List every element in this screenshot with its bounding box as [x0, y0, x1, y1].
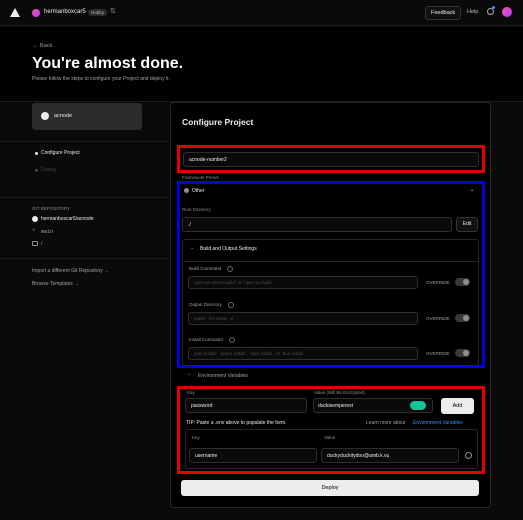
build-section-title[interactable]: Build and Output Settings — [200, 246, 257, 252]
step-configure: Configure Project — [41, 150, 80, 156]
page-title: You're almost done. — [32, 55, 184, 72]
step-inactive-dot — [35, 169, 38, 172]
git-section-label: GIT REPOSITORY — [32, 206, 71, 211]
branch-name: main — [41, 229, 54, 235]
repo-card: acnode — [32, 103, 142, 130]
framework-icon — [184, 188, 189, 193]
install-override-toggle[interactable] — [455, 349, 470, 357]
repo-card-name: acnode — [54, 113, 73, 119]
table-key-header: Key — [192, 435, 200, 440]
info-icon[interactable] — [227, 266, 233, 272]
switcher-chevron-icon[interactable]: ⇅ — [110, 7, 116, 15]
env-key-input[interactable]: password — [185, 398, 307, 413]
chevron-down-icon[interactable]: ⌄ — [187, 371, 191, 377]
value-label: Value (Will Be Encrypted) — [314, 390, 365, 395]
build-settings-card: ⌄ Build and Output Settings Build Comman… — [182, 239, 479, 366]
output-dir-label: Output Directory — [189, 302, 222, 307]
notifications-icon[interactable] — [487, 8, 494, 15]
root-path: / — [41, 241, 43, 247]
page-subtitle: Please follow the steps to configure you… — [32, 76, 170, 82]
env-table: Key Value username duckyduckitydoo@amb.k… — [185, 429, 478, 469]
chevron-down-icon[interactable]: ⌄ — [190, 245, 194, 251]
root-dir-label: Root Directory — [182, 207, 211, 212]
info-icon[interactable] — [229, 337, 235, 343]
framework-select[interactable]: Other ⌄ — [182, 186, 480, 197]
notification-dot — [492, 6, 495, 9]
build-settings-annotation: Other ⌄ Root Directory ./ Edit ⌄ Build a… — [177, 181, 485, 368]
import-repo-link[interactable]: Import a different Git Repository → — [32, 268, 109, 274]
install-command-input[interactable]: yarn install`, `pnpm install`, `npm inst… — [188, 347, 418, 360]
add-env-button[interactable]: Add — [441, 398, 474, 414]
info-icon[interactable] — [228, 302, 234, 308]
table-row-value-input[interactable]: duckyduckitydoo@amb.k.vu — [321, 448, 459, 463]
output-override-toggle[interactable] — [455, 314, 470, 322]
build-override-toggle[interactable] — [455, 278, 470, 286]
chevron-down-icon: ⌄ — [470, 187, 475, 193]
git-divider — [0, 197, 168, 198]
vercel-logo-icon[interactable] — [10, 8, 20, 17]
root-dir-edit-button[interactable]: Edit — [456, 217, 478, 232]
root-dir-input[interactable]: ./ — [182, 217, 452, 232]
help-link[interactable]: Help — [467, 9, 478, 15]
install-command-label: Install Command — [189, 337, 223, 342]
table-row-key-input[interactable]: username — [189, 448, 317, 463]
remove-row-icon[interactable] — [465, 452, 472, 459]
deploy-button[interactable]: Deploy — [181, 480, 479, 496]
env-docs-link[interactable]: Environment Variables — [413, 420, 463, 426]
step-active-dot — [35, 152, 38, 155]
build-command-label: Build Command — [189, 266, 222, 271]
github-icon — [41, 112, 49, 120]
steps-divider — [0, 141, 168, 142]
grammarly-icon[interactable] — [410, 401, 426, 410]
avatar[interactable] — [32, 9, 40, 17]
user-avatar[interactable] — [502, 7, 512, 17]
repo-full-name[interactable]: hermanboxcar5/acnode — [41, 216, 94, 222]
table-value-header: Value — [324, 435, 336, 440]
top-nav-bar: hermanboxcar5 Hobby ⇅ Feedback Help — [0, 0, 523, 26]
override-label: OVERRIDE — [426, 351, 450, 356]
override-label: OVERRIDE — [426, 280, 450, 285]
folder-icon — [32, 241, 38, 246]
step-deploy: Deploy — [41, 167, 57, 173]
env-value-input[interactable]: duckisemperest — [313, 398, 433, 413]
output-dir-input[interactable]: public` if it exists, or `.` — [188, 312, 418, 325]
env-vars-annotation: Key Value (Will Be Encrypted) password d… — [177, 386, 485, 474]
plan-badge: Hobby — [88, 9, 108, 16]
build-command-input[interactable]: npm run vercel-build` or `npm run build` — [188, 276, 418, 289]
account-name[interactable]: hermanboxcar5 — [44, 9, 86, 15]
learn-more-text: Learn more about — [366, 420, 406, 426]
project-name-input[interactable]: acnode-number2 — [183, 152, 479, 167]
links-divider — [0, 258, 168, 259]
project-name-annotation: acnode-number2 — [177, 145, 485, 173]
branch-icon: ⑂ — [32, 228, 36, 234]
env-section-title[interactable]: Environment Variables — [198, 373, 248, 379]
hero-section: ← Back You're almost done. Please follow… — [0, 27, 523, 102]
configure-title: Configure Project — [182, 117, 254, 127]
key-label: Key — [187, 390, 195, 395]
browse-templates-link[interactable]: Browse Templates → — [32, 281, 79, 287]
feedback-button[interactable]: Feedback — [425, 6, 462, 20]
github-small-icon — [32, 216, 38, 222]
env-tip-text: TIP: Paste a .env above to populate the … — [186, 420, 287, 426]
back-link[interactable]: ← Back — [33, 43, 52, 49]
build-settings-divider — [183, 261, 478, 262]
framework-label: Framework Preset — [182, 175, 219, 180]
override-label: OVERRIDE — [426, 316, 450, 321]
